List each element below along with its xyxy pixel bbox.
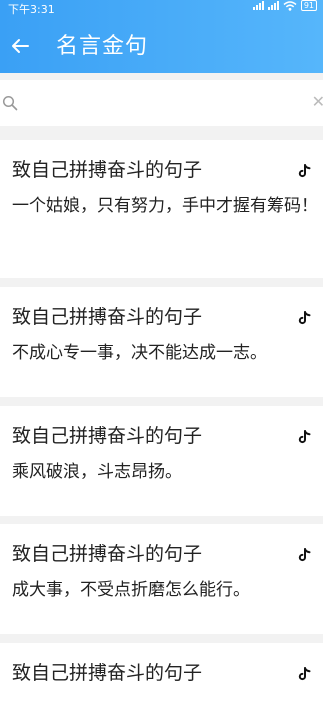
search-bar: ✕: [0, 80, 323, 126]
signal-icon: [252, 1, 264, 10]
tiktok-icon[interactable]: [298, 429, 311, 448]
card-text: 成大事，不受点折磨怎么能行。: [12, 580, 250, 600]
wifi-icon: [283, 0, 297, 11]
tiktok-icon[interactable]: [298, 547, 311, 566]
quote-card[interactable]: 致自己拼搏奋斗的句子: [0, 643, 323, 703]
arrow-left-icon: [12, 39, 29, 53]
quote-card[interactable]: 致自己拼搏奋斗的句子 乘风破浪，斗志昂扬。: [0, 406, 323, 516]
battery-icon: 91: [300, 0, 317, 11]
title-bar: 名言金句: [0, 24, 323, 70]
card-title: 致自己拼搏奋斗的句子: [12, 159, 203, 181]
status-icons: 91: [252, 0, 317, 11]
card-title: 致自己拼搏奋斗的句子: [12, 306, 203, 328]
page-title: 名言金句: [56, 34, 149, 59]
card-title: 致自己拼搏奋斗的句子: [12, 425, 203, 447]
card-text: 一个姑娘，只有努力，手中才握有筹码！: [12, 196, 318, 216]
card-text: 乘风破浪，斗志昂扬。: [12, 462, 182, 482]
status-time: 下午3:31: [8, 3, 55, 16]
app-header: 下午3:31 91 名言金句: [0, 0, 323, 73]
tiktok-icon[interactable]: [298, 163, 311, 182]
quote-card[interactable]: 致自己拼搏奋斗的句子不成心专一事，决不能达成一志。: [0, 287, 323, 397]
quote-card[interactable]: 致自己拼搏奋斗的句子成大事，不受点折磨怎么能行。: [0, 524, 323, 634]
tiktok-icon[interactable]: [298, 666, 311, 685]
quote-card[interactable]: 致自己拼搏奋斗的句子一个姑娘，只有努力，手中才握有筹码！: [0, 140, 323, 278]
card-title: 致自己拼搏奋斗的句子: [12, 543, 203, 565]
tiktok-icon[interactable]: [298, 310, 311, 329]
status-bar: 下午3:31 91: [0, 0, 323, 20]
close-icon[interactable]: ✕: [312, 94, 323, 110]
card-text: 不成心专一事，决不能达成一志。: [12, 343, 267, 363]
back-button[interactable]: [6, 32, 34, 60]
card-title: 致自己拼搏奋斗的句子: [12, 662, 203, 684]
signal-icon-2: [267, 1, 279, 10]
search-input[interactable]: [24, 90, 304, 116]
search-icon: [2, 95, 18, 111]
